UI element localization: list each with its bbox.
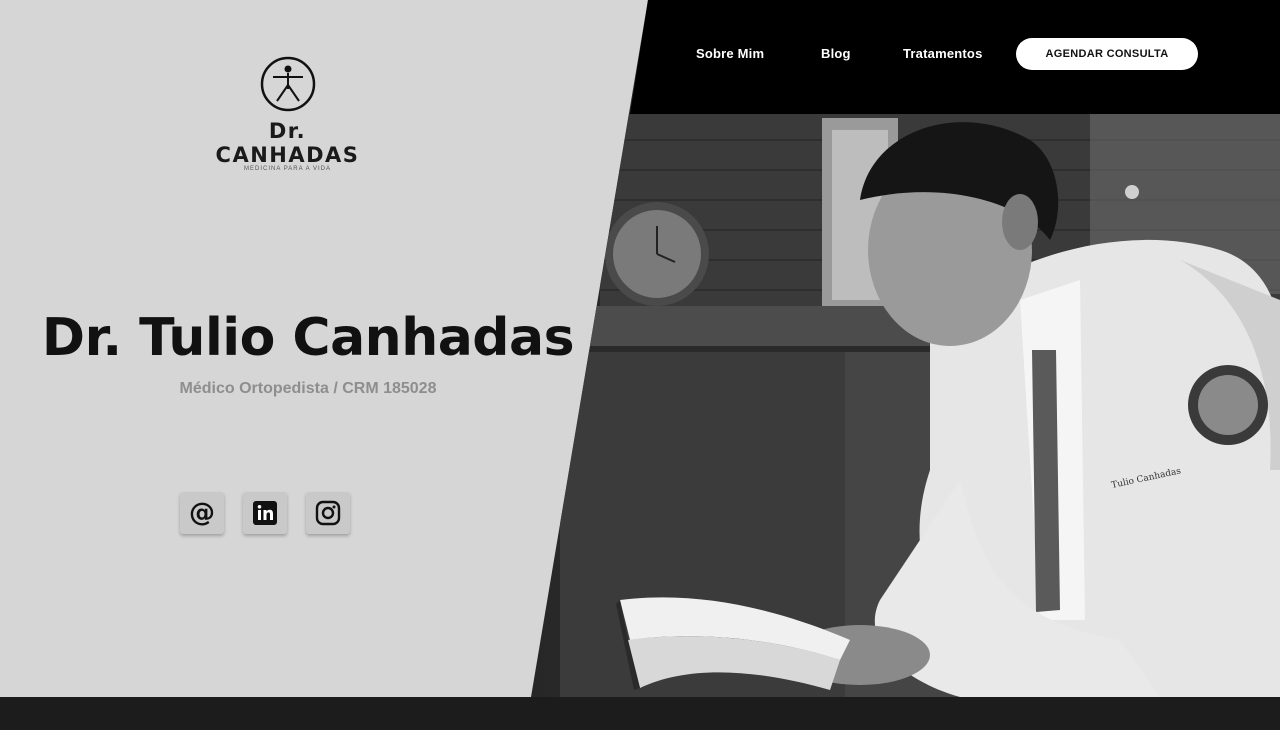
email-button[interactable]: @ xyxy=(180,492,224,534)
hero-title: Dr. Tulio Canhadas xyxy=(41,308,575,368)
linkedin-icon xyxy=(253,501,277,525)
nav-link-blog[interactable]: Blog xyxy=(821,46,851,61)
email-at-icon: @ xyxy=(189,498,215,528)
nav-link-tratamentos[interactable]: Tratamentos xyxy=(903,46,983,61)
nav-bar: Sobre Mim Blog Tratamentos AGENDAR CONSU… xyxy=(0,0,1280,114)
instagram-button[interactable] xyxy=(306,492,350,534)
nav-link-sobre-mim[interactable]: Sobre Mim xyxy=(696,46,764,61)
logo-wordmark: Dr. CANHADAS xyxy=(215,119,360,167)
hero-subtitle: Médico Ortopedista / CRM 185028 xyxy=(179,380,437,397)
figure-circle-icon xyxy=(260,56,315,112)
instagram-icon xyxy=(315,500,341,526)
logo[interactable]: Dr. CANHADAS MEDICINA PARA A VIDA xyxy=(200,55,375,172)
linkedin-button[interactable] xyxy=(243,492,287,534)
footer-bar xyxy=(0,697,1280,730)
agendar-consulta-button[interactable]: AGENDAR CONSULTA xyxy=(1016,38,1198,70)
